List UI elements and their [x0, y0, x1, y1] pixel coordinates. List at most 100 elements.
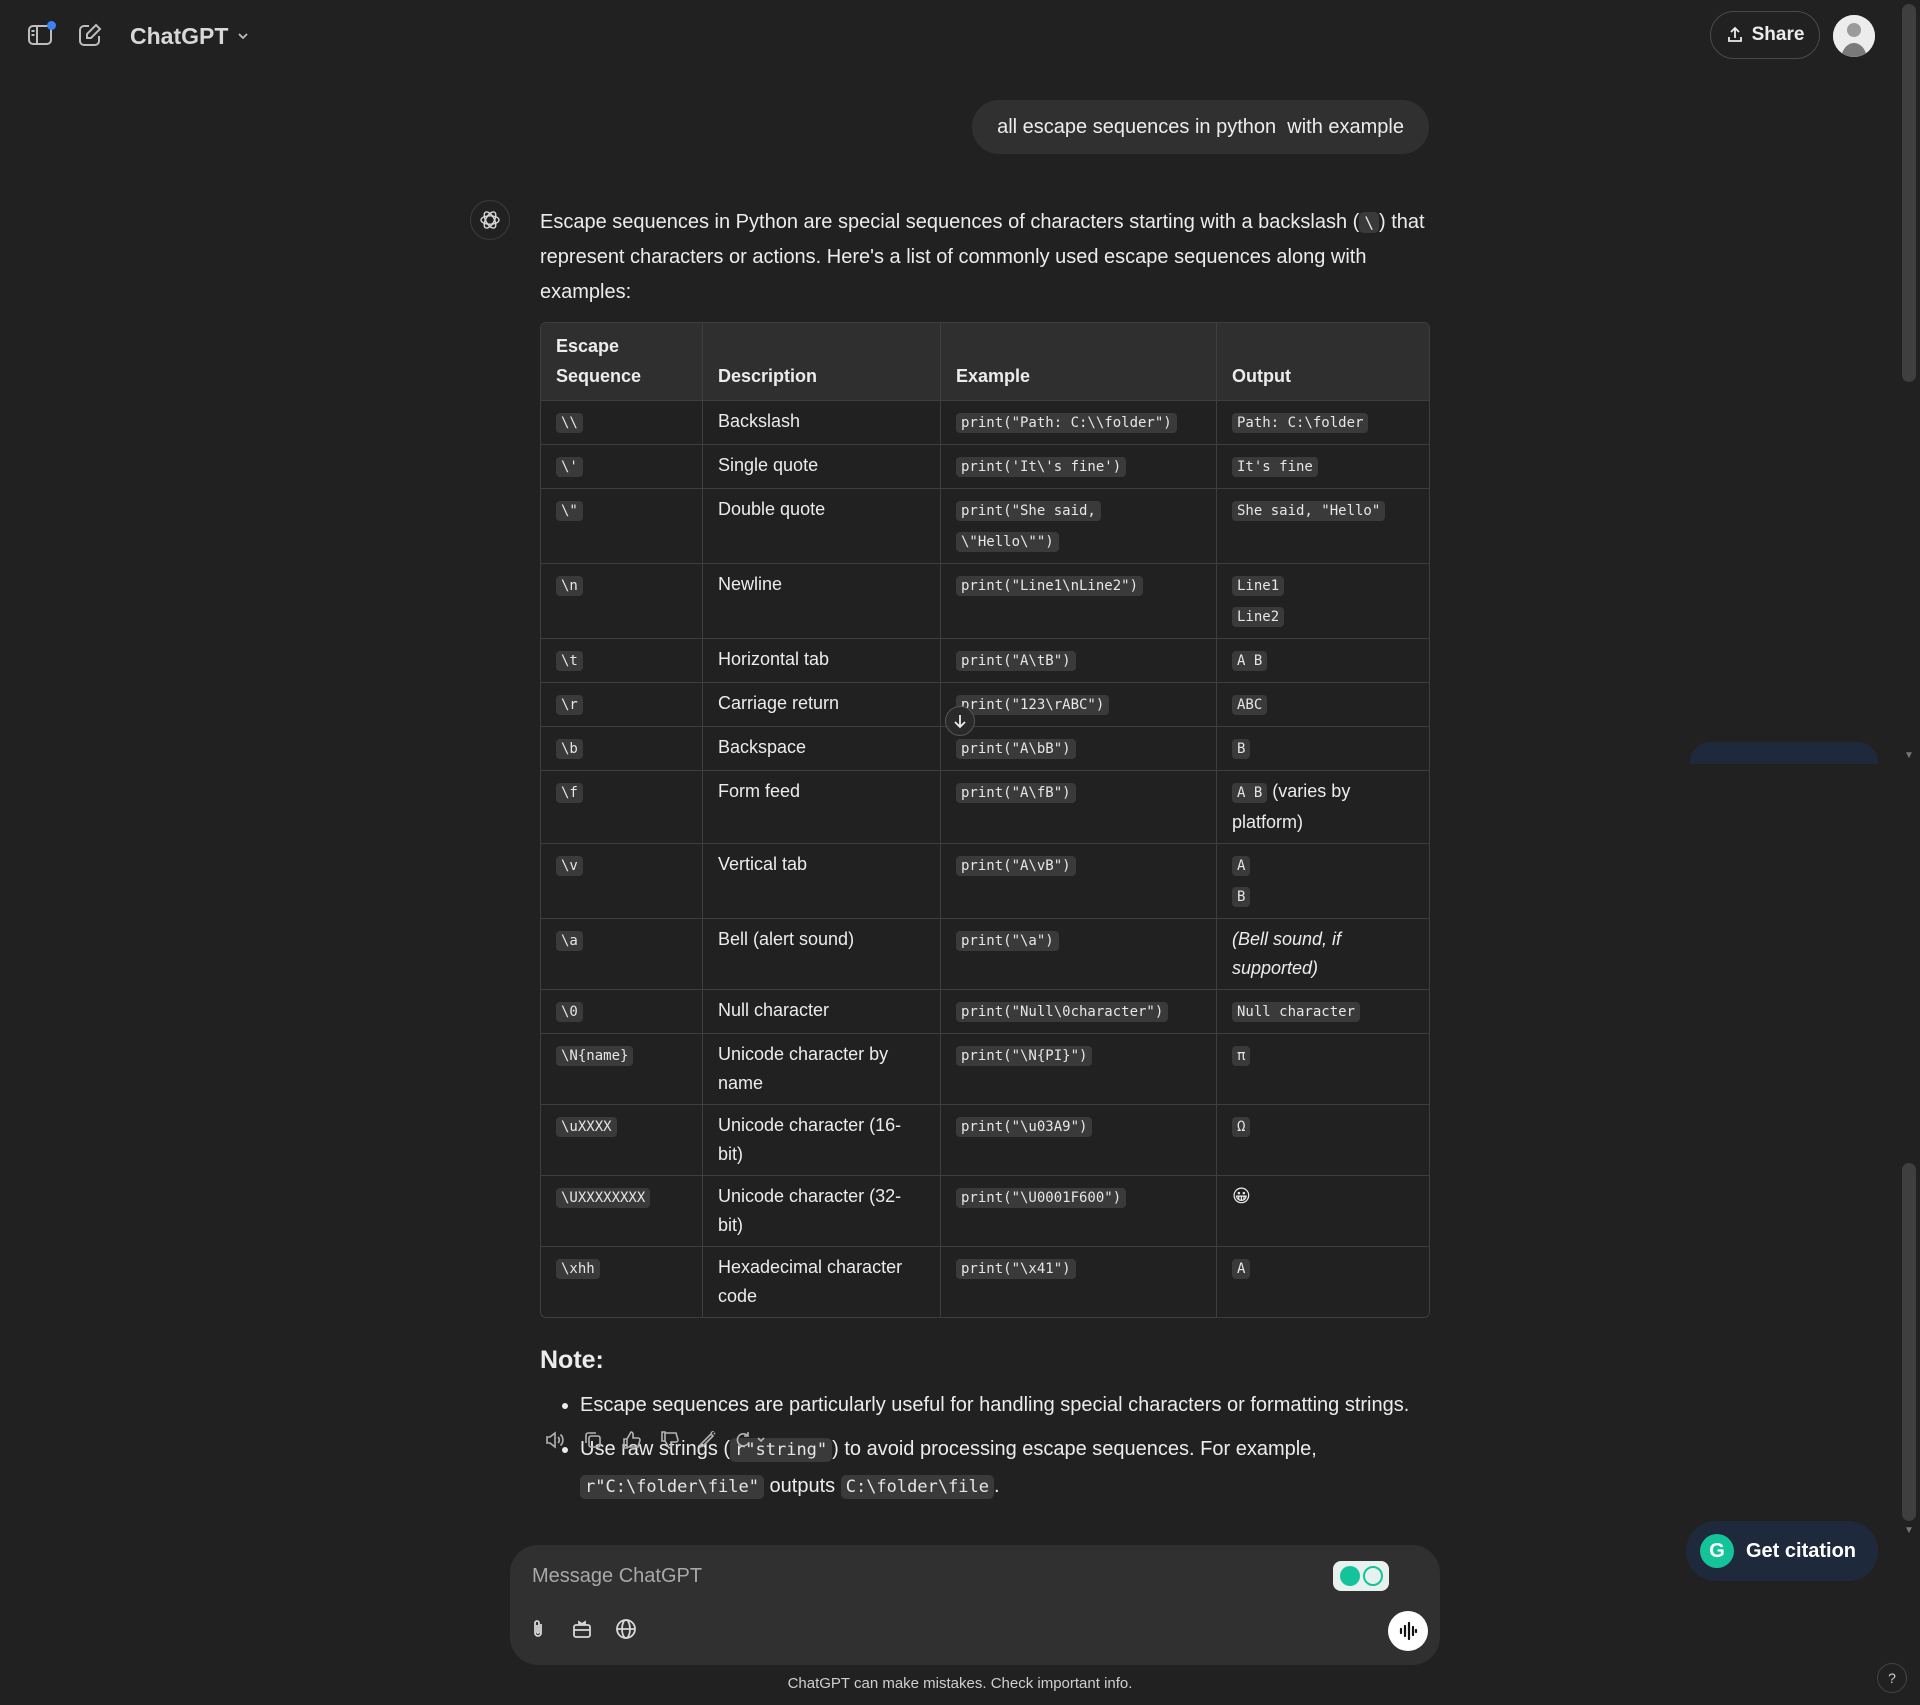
cell-escape-sequence: \uXXXX [541, 1105, 703, 1176]
scroll-arrow-down-icon[interactable]: ▼ [1904, 750, 1914, 761]
inline-code: \t [556, 651, 583, 671]
inline-code: print("123\rABC") [956, 695, 1110, 715]
user-avatar[interactable] [1833, 15, 1875, 57]
help-button[interactable]: ? [1877, 1663, 1907, 1693]
citation-label: Get citation [1746, 1539, 1857, 1562]
disclaimer: ChatGPT can make mistakes. Check importa… [787, 1675, 1133, 1692]
grammarly-badge-icon[interactable] [1333, 1561, 1389, 1591]
inline-code: Ω [1232, 1117, 1251, 1137]
cell-description: Hexadecimal character code [703, 1247, 941, 1317]
cell-example: print("She said, \"Hello\"") [941, 489, 1217, 564]
web-search-icon[interactable] [610, 1613, 642, 1645]
table-row: \r Carriage return print("123\rABC") ABC [541, 683, 1429, 727]
note-text: . [994, 1475, 1000, 1497]
edit-canvas-icon[interactable] [692, 1425, 722, 1455]
cell-escape-sequence: \\ [541, 401, 703, 445]
cell-description: Unicode character (32-bit) [703, 1176, 941, 1247]
read-aloud-icon[interactable] [540, 1425, 570, 1455]
inline-code: Path: C:\folder [1232, 413, 1369, 433]
inline-code: She said, "Hello" [1232, 501, 1386, 521]
cell-description: Single quote [703, 445, 941, 489]
cell-example: print("\u03A9") [941, 1105, 1217, 1176]
inline-code: \\ [556, 413, 583, 433]
cell-example: print("A\fB") [941, 771, 1217, 844]
column-header: Escape Sequence [541, 323, 703, 401]
top-bar: ChatGPT Share [0, 0, 1900, 70]
table-row: \b Backspace print("A\bB") B [541, 727, 1429, 771]
citation-peek [1690, 742, 1878, 764]
voice-mode-button[interactable] [1388, 1611, 1428, 1651]
table-row: \v Vertical tab print("A\vB") A B [541, 844, 1429, 919]
cell-escape-sequence: \r [541, 683, 703, 727]
inline-code: Line2 [1232, 607, 1285, 627]
cell-output: It's fine [1217, 445, 1429, 489]
inline-code: print("\U0001F600") [956, 1188, 1127, 1208]
cell-output: π [1217, 1034, 1429, 1105]
table-row: \a Bell (alert sound) print("\a") (Bell sou… [541, 919, 1429, 990]
scrollbar[interactable]: ▼ ▼ [1898, 0, 1920, 1705]
inline-code: \xhh [556, 1259, 600, 1279]
table-row: \" Double quote print("She said, \"Hello\""… [541, 489, 1429, 564]
cell-example: print("123\rABC") [941, 683, 1217, 727]
sidebar-toggle-icon[interactable] [24, 19, 56, 51]
cell-escape-sequence: \v [541, 844, 703, 919]
cell-escape-sequence: \N{name} [541, 1034, 703, 1105]
share-icon [1727, 26, 1742, 42]
cell-output: Null character [1217, 990, 1429, 1034]
inline-code: A B [1232, 651, 1268, 671]
tools-icon[interactable] [566, 1613, 598, 1645]
escape-sequence-table: Escape Sequence Description Example Outp… [540, 322, 1430, 1318]
new-chat-icon[interactable] [74, 19, 106, 51]
chatgpt-logo-icon [470, 200, 510, 240]
inline-code: print("She said, [956, 501, 1101, 521]
inline-code: \" [556, 501, 583, 521]
inline-code: \r [556, 695, 583, 715]
share-label: Share [1751, 24, 1805, 45]
cell-output: A [1217, 1247, 1429, 1317]
get-citation-button[interactable]: G Get citation [1686, 1521, 1878, 1581]
scrollbar-thumb[interactable] [1902, 1163, 1916, 1521]
table-row: \' Single quote print('It\'s fine') It's fi… [541, 445, 1429, 489]
inline-code: \ [1359, 212, 1379, 233]
scroll-down-button[interactable] [945, 706, 975, 736]
column-header: Description [703, 323, 941, 401]
cell-escape-sequence: \" [541, 489, 703, 564]
message-input[interactable] [532, 1559, 1312, 1593]
inline-code: print("A\bB") [956, 739, 1076, 759]
column-header: Example [941, 323, 1217, 401]
inline-code: A [1232, 1259, 1251, 1279]
cell-output: B [1217, 727, 1429, 771]
attach-icon[interactable] [522, 1613, 554, 1645]
cell-escape-sequence: \f [541, 771, 703, 844]
arrow-down-icon [954, 715, 966, 729]
thumbs-down-icon[interactable] [654, 1425, 684, 1455]
model-name: ChatGPT [130, 22, 229, 49]
assistant-message: Escape sequences in Python are special s… [540, 205, 1430, 1513]
cell-escape-sequence: \n [541, 564, 703, 639]
cell-output: She said, "Hello" [1217, 489, 1429, 564]
inline-code: B [1232, 739, 1251, 759]
cell-example: print("Path: C:\\folder") [941, 401, 1217, 445]
cell-output: Ω [1217, 1105, 1429, 1176]
inline-code: print("\a") [956, 931, 1059, 951]
share-button[interactable]: Share [1710, 11, 1820, 59]
thumbs-up-icon[interactable] [616, 1425, 646, 1455]
model-selector[interactable]: ChatGPT [130, 20, 250, 52]
cell-description: Backslash [703, 401, 941, 445]
copy-icon[interactable] [578, 1425, 608, 1455]
table-row: \xhh Hexadecimal character code print("\x4… [541, 1247, 1429, 1317]
cell-example: print("\U0001F600") [941, 1176, 1217, 1247]
scrollbar-thumb[interactable] [1902, 4, 1916, 382]
table-row: \UXXXXXXXX Unicode character (32-bit) prin… [541, 1176, 1429, 1247]
inline-code: A B [1232, 783, 1268, 803]
table-row: \N{name} Unicode character by name print("… [541, 1034, 1429, 1105]
notification-dot [47, 21, 56, 30]
cell-example: print("A\vB") [941, 844, 1217, 919]
table-row: \f Form feed print("A\fB") A B (varies by p… [541, 771, 1429, 844]
cell-escape-sequence: \' [541, 445, 703, 489]
list-item: Escape sequences are particularly useful… [580, 1387, 1430, 1423]
regenerate-icon[interactable] [730, 1425, 774, 1455]
cell-escape-sequence: \b [541, 727, 703, 771]
message-actions [540, 1425, 774, 1455]
scroll-arrow-down-icon[interactable]: ▼ [1904, 1525, 1914, 1536]
